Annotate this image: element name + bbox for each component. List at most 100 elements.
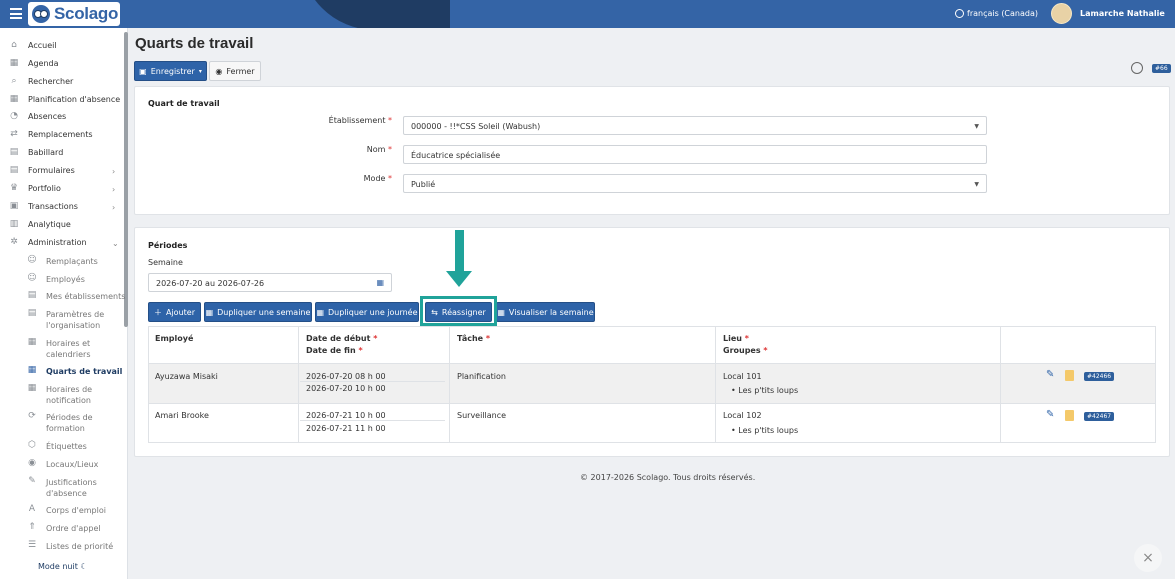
sidebar-subitem-8[interactable]: ⬡ Étiquettes <box>27 441 87 452</box>
mode-select[interactable]: Publié ▼ <box>403 174 987 193</box>
view-week-button[interactable]: ▦ Visualiser la semaine <box>496 302 595 322</box>
add-button[interactable]: ＋ Ajouter <box>148 302 201 322</box>
sidebar-item-planification-d-absence[interactable]: ▦ Planification d'absence <box>9 95 121 105</box>
trash-icon[interactable] <box>1065 410 1074 421</box>
menu-item-icon: ▦ <box>27 365 37 375</box>
edit-icon[interactable]: ✎ <box>1046 409 1054 420</box>
chevron-icon[interactable]: › <box>112 167 115 176</box>
sidebar-item-label: Ordre d'appel <box>46 524 101 533</box>
sidebar-scrollbar[interactable] <box>124 32 128 327</box>
chevron-down-icon: ▼ <box>974 181 979 188</box>
sidebar-item-agenda[interactable]: ▦ Agenda <box>9 58 59 69</box>
sidebar-subitem-7[interactable]: ⟳ Périodes de formation <box>27 412 92 434</box>
establishment-select[interactable]: 000000 - !!*CSS Soleil (Wabush) ▼ <box>403 116 987 135</box>
chevron-down-icon: ▾ <box>198 67 202 75</box>
menu-item-icon: ⇑ <box>28 522 36 532</box>
callout-arrow-head <box>446 271 472 287</box>
sidebar-item-label: Corps d'emploi <box>46 506 106 515</box>
sidebar-item-label: Formulaires <box>28 166 75 175</box>
sidebar-subitem-0[interactable]: ☺ Remplaçants <box>27 256 98 267</box>
duplicate-week-label: Dupliquer une semaine <box>217 307 311 317</box>
sidebar-subitem-10[interactable]: ✎ Justifications d'absence <box>27 477 97 499</box>
week-input[interactable]: 2026-07-20 au 2026-07-26 ▦ <box>148 273 392 292</box>
sidebar-subitem-13[interactable]: ☰ Listes de priorité <box>27 541 113 552</box>
user-name: Lamarche Nathalie <box>1080 9 1165 18</box>
hamburger-menu-icon[interactable] <box>10 8 22 19</box>
task-cell: Surveillance <box>457 411 507 420</box>
sidebar-item-label: Accueil <box>28 41 57 50</box>
column-header-start: Date de début * <box>306 334 378 343</box>
history-icon[interactable] <box>1131 62 1143 74</box>
close-button[interactable]: ◉ Fermer <box>209 61 261 81</box>
sidebar-subitem-2[interactable]: ▤ Mes établissements <box>27 290 126 302</box>
edit-icon[interactable]: ✎ <box>1046 369 1054 380</box>
callout-highlight-box <box>420 296 497 326</box>
sidebar-item-label: d'absence <box>46 489 87 498</box>
logo[interactable]: Scolago <box>28 2 120 26</box>
menu-item-icon: ☺ <box>27 273 37 283</box>
calendar-icon[interactable]: ▦ <box>376 278 384 287</box>
footer-copyright: © 2017-2026 Scolago. Tous droits réservé… <box>580 473 756 482</box>
trash-icon[interactable] <box>1065 370 1074 381</box>
chevron-icon[interactable]: › <box>112 203 115 212</box>
sidebar-item-analytique[interactable]: ▥ Analytique <box>9 220 71 230</box>
board-icon: ▤ <box>9 147 19 157</box>
gear-icon: ✲ <box>10 237 18 247</box>
menu-item-icon: ⬡ <box>28 440 36 450</box>
sidebar-item-label: Absences <box>28 112 67 121</box>
sidebar-subitem-6[interactable]: ▦ Horaires de notification <box>27 384 92 406</box>
sidebar-subitem-1[interactable]: ☺ Employés <box>27 274 85 285</box>
chevron-down-icon: ▼ <box>974 123 979 130</box>
name-field[interactable]: Éducatrice spécialisée <box>403 145 987 164</box>
sidebar-item-label: Étiquettes <box>46 442 87 451</box>
sidebar-item-rechercher[interactable]: ⌕ Rechercher <box>9 77 73 87</box>
save-button[interactable]: ▣ Enregistrer ▾ <box>134 61 207 81</box>
sidebar-subitem-4[interactable]: ▦ Horaires et calendriers <box>27 337 91 360</box>
table-row[interactable] <box>149 403 1155 442</box>
sidebar-item-portfolio[interactable]: ♛ Portfolio <box>9 184 61 194</box>
row-id-badge: #42466 <box>1084 372 1115 381</box>
owl-logo-icon <box>32 5 50 23</box>
menu-item-icon: ▦ <box>27 337 37 347</box>
sidebar-subitem-9[interactable]: ◉ Locaux/Lieux <box>27 459 98 470</box>
chevron-icon[interactable]: › <box>112 185 115 194</box>
sidebar-subitem-3[interactable]: ▤ Paramètres de l'organisation <box>27 309 104 331</box>
sidebar-item-label: Planification d'absence <box>28 95 121 104</box>
sidebar-item-label: formation <box>46 424 85 433</box>
sidebar-item-label: Babillard <box>28 148 64 157</box>
duplicate-day-button[interactable]: ▦ Dupliquer une journée <box>315 302 419 322</box>
sidebar-subitem-11[interactable]: A Corps d'emploi <box>27 505 106 516</box>
place-cell: Local 101 <box>723 372 762 381</box>
start-cell: 2026-07-20 08 h 00 <box>306 372 386 381</box>
night-mode-toggle[interactable]: Mode nuit ☾ <box>38 562 88 571</box>
globe-icon <box>955 9 964 18</box>
duplicate-day-label: Dupliquer une journée <box>328 307 418 317</box>
user-menu[interactable]: Lamarche Nathalie <box>1051 3 1165 24</box>
sidebar-subitem-12[interactable]: ⇑ Ordre d'appel <box>27 522 101 534</box>
sidebar-item-accueil[interactable]: ⌂ Accueil <box>9 40 57 51</box>
name-label: Nom * <box>366 145 392 154</box>
home-icon: ⌂ <box>11 40 17 50</box>
sidebar-item-label: Portfolio <box>28 184 61 193</box>
language-selector[interactable]: français (Canada) <box>955 9 1038 18</box>
sidebar-item-label: Locaux/Lieux <box>46 460 99 469</box>
menu-item-icon: ▤ <box>27 290 37 300</box>
sidebar-item-babillard[interactable]: ▤ Babillard <box>9 147 64 158</box>
chevron-icon[interactable]: ⌄ <box>112 239 119 248</box>
sidebar-item-label: Remplaçants <box>46 257 98 266</box>
close-icon[interactable]: × <box>1134 544 1162 572</box>
column-header-employee: Employé <box>155 334 194 343</box>
table-row[interactable] <box>149 363 1155 403</box>
column-header-end: Date de fin * <box>306 346 363 355</box>
sidebar-item-remplacements[interactable]: ⇄ Remplacements <box>9 130 92 140</box>
id-badge: #66 <box>1152 64 1171 73</box>
sidebar-item-formulaires[interactable]: ▤ Formulaires <box>9 166 75 176</box>
calendar-icon: ▦ <box>9 58 19 68</box>
menu-item-icon: ☺ <box>27 255 37 265</box>
table-divider <box>449 327 450 442</box>
duplicate-week-button[interactable]: ▦ Dupliquer une semaine <box>204 302 312 322</box>
sidebar-item-transactions[interactable]: ▣ Transactions <box>9 202 78 212</box>
sidebar-item-absences[interactable]: ◔ Absences <box>9 112 67 122</box>
sidebar-item-administration[interactable]: ✲ Administration <box>9 237 86 248</box>
sidebar-subitem-5[interactable]: ▦ Quarts de travail <box>27 365 123 377</box>
